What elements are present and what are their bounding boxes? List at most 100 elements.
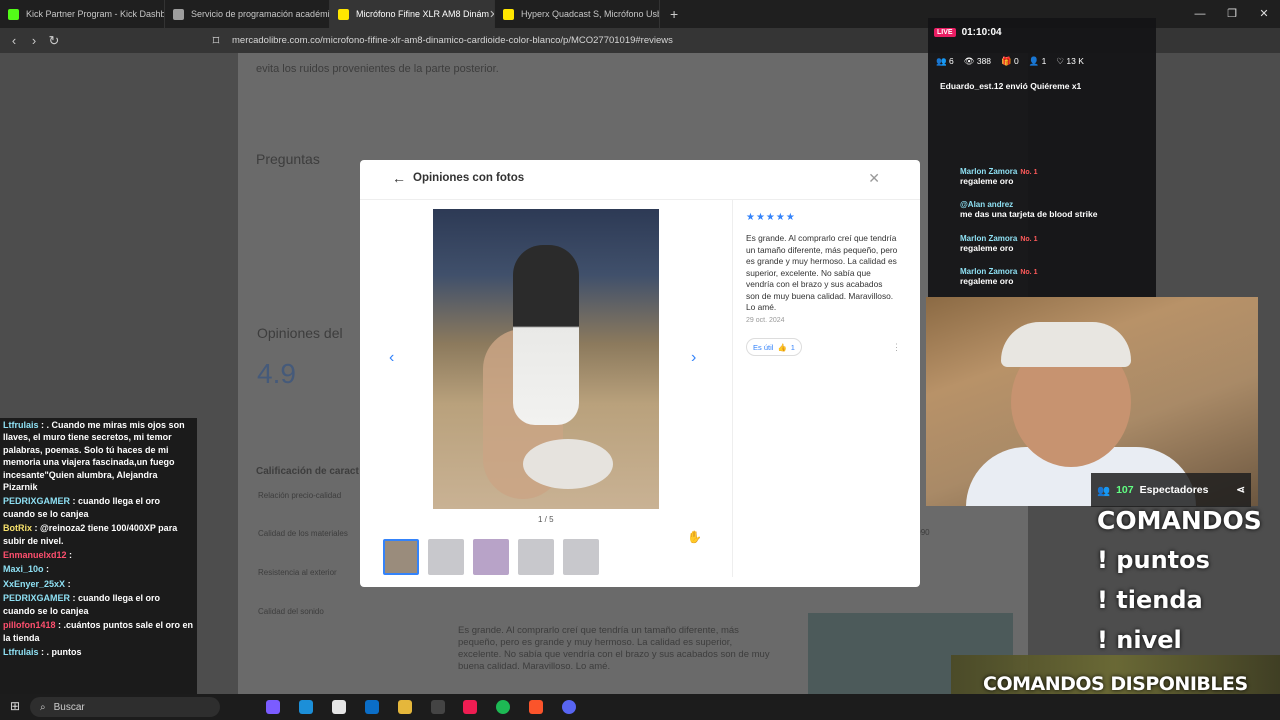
thumbnail[interactable]	[518, 539, 554, 575]
tab-hyperx[interactable]: Hyperx Quadcast S, Micrófono Usb N	[495, 0, 660, 28]
edge-icon[interactable]	[299, 700, 313, 714]
modal-header: ← Opiniones con fotos ✕	[360, 160, 920, 200]
viewers-icon: 👥	[1097, 484, 1111, 497]
thumbnail[interactable]	[383, 539, 419, 575]
chat-text: :	[69, 550, 73, 561]
gift-multiplier: x1	[1071, 81, 1082, 91]
url-text: mercadolibre.com.co/microfono-fifine-xlr…	[232, 35, 673, 46]
viewers-counter: 👥 107 Espectadores ⋖	[1091, 473, 1251, 507]
opiniones-heading: Opiniones del	[257, 325, 343, 341]
chat-text: regaleme oro	[960, 276, 1014, 286]
taskbar-search[interactable]: ⌕ Buscar	[30, 697, 220, 717]
feature-label: Relación precio-calidad	[258, 491, 342, 500]
chat-message: PEDRIXGAMER : cuando llega el oro cuando…	[0, 494, 197, 521]
live-badge: LIVE	[934, 27, 956, 37]
url-field[interactable]: mercadolibre.com.co/microfono-fifine-xlr…	[232, 31, 922, 50]
more-options-icon[interactable]: ⋮	[892, 342, 901, 353]
close-icon[interactable]: ✕	[868, 170, 880, 187]
obs-icon[interactable]	[431, 700, 445, 714]
bookmark-icon[interactable]: ⌑	[206, 33, 226, 49]
chat-username: Marlon Zamora	[960, 167, 1018, 176]
folder-icon[interactable]	[398, 700, 412, 714]
rating-value: 4.9	[257, 358, 296, 389]
mercadolibre-icon	[338, 8, 349, 20]
stat-value: 0	[1013, 56, 1019, 66]
useful-label: Es útil	[753, 342, 774, 352]
left-chat-overlay: Ltfrulais : . Cuando me miras mis ojos s…	[0, 418, 197, 694]
overlay-message: Marlon Zamora No. 1 regaleme oro	[960, 166, 1150, 186]
globe-icon	[173, 8, 184, 20]
outlook-icon[interactable]	[365, 700, 379, 714]
prev-arrow-icon[interactable]: ‹	[389, 349, 394, 367]
hand-cursor-icon: ✋	[687, 530, 702, 544]
tab-title: Micrófono Fifine XLR AM8 Dinám	[356, 9, 490, 19]
divider	[732, 200, 733, 577]
preguntas-heading: Preguntas	[256, 151, 320, 167]
photo-reviews-modal: ← Opiniones con fotos ✕ ‹ › 1 / 5 ✋ ★★★★	[360, 160, 920, 587]
kick-icon	[8, 8, 19, 20]
stat-value: 1	[1041, 56, 1047, 66]
overlay-header: LIVE 01:10:04	[928, 18, 1156, 46]
next-arrow-icon[interactable]: ›	[691, 349, 696, 367]
stat-value: 388	[976, 56, 992, 66]
overlay-message: @Alan andrez me das una tarjeta de blood …	[960, 199, 1150, 219]
tab-microfono[interactable]: Micrófono Fifine XLR AM8 Dinám✕	[330, 0, 495, 28]
mic-stand-shape	[523, 439, 613, 489]
overlay-message: Marlon Zamora No. 1 regaleme oro	[960, 233, 1150, 253]
overlay-message: Marlon Zamora No. 1 regaleme oro	[960, 266, 1150, 286]
reload-icon[interactable]: ↻	[44, 33, 64, 49]
discord-icon[interactable]	[562, 700, 576, 714]
chat-text: regaleme oro	[960, 243, 1014, 253]
chat-text: regaleme oro	[960, 176, 1014, 186]
thumbnail[interactable]	[563, 539, 599, 575]
chat-text: : . Cuando me miras mis ojos son llaves,…	[3, 420, 185, 493]
close-window-icon[interactable]: ✕	[1248, 0, 1280, 28]
chat-text: me das una tarjeta de blood strike	[960, 209, 1098, 219]
stat-value: 6	[948, 56, 954, 66]
tiktok-icon[interactable]	[463, 700, 477, 714]
command-item: ! nivel	[1097, 626, 1182, 654]
chat-message: Ltfrulais : . puntos	[0, 645, 197, 659]
mercadolibre-icon	[503, 8, 514, 20]
thumbnail[interactable]	[428, 539, 464, 575]
thumbs-up-icon: 👍	[777, 342, 787, 352]
copilot-icon[interactable]	[266, 700, 280, 714]
stat-value: 13 K	[1066, 56, 1084, 66]
useful-button[interactable]: Es útil 👍 1	[746, 338, 802, 356]
command-item: ! tienda	[1097, 586, 1203, 614]
store-icon[interactable]	[332, 700, 346, 714]
stream-timer: 01:10:04	[961, 26, 1002, 38]
tab-title: Kick Partner Program - Kick Dashboa	[26, 9, 165, 19]
back-icon[interactable]: ‹	[4, 33, 24, 48]
feature-label: Calidad del sonido	[258, 607, 324, 616]
chat-username: XxEnyer_25xX	[3, 578, 66, 589]
minimize-icon[interactable]: —	[1184, 0, 1216, 28]
review-text: Es grande. Al comprarlo creí que tendría…	[746, 233, 898, 312]
new-tab-button[interactable]: +	[660, 6, 688, 22]
thumbnail[interactable]	[473, 539, 509, 575]
windows-start-icon[interactable]: ⊞	[10, 699, 20, 713]
subs-stat: 👤 1	[1028, 56, 1047, 66]
search-label: Buscar	[53, 701, 85, 713]
chat-message: XxEnyer_25xX :	[0, 577, 197, 591]
back-arrow-icon[interactable]: ←	[392, 170, 406, 186]
chat-username: Enmanuelxd12	[3, 550, 67, 561]
tab-title: Hyperx Quadcast S, Micrófono Usb N	[521, 9, 660, 19]
brave-icon[interactable]	[529, 700, 543, 714]
commands-banner: COMANDOS DISPONIBLES	[983, 673, 1248, 695]
chat-username: Ltfrulais	[3, 646, 39, 657]
microphone-shape	[513, 245, 579, 425]
spotify-icon[interactable]	[496, 700, 510, 714]
chat-message: pillofon1418 : .cuántos puntos sale el o…	[0, 618, 197, 645]
tab-servicio[interactable]: Servicio de programación académica	[165, 0, 330, 28]
chat-username: BotRix	[3, 523, 32, 534]
maximize-icon[interactable]: ❐	[1216, 0, 1248, 28]
tab-kick[interactable]: Kick Partner Program - Kick Dashboa	[0, 0, 165, 28]
chat-username: @Alan andrez	[960, 200, 1014, 209]
bottom-review-text: Es grande. Al comprarlo creí que tendría…	[458, 625, 770, 672]
rank-badge: No. 1	[1020, 169, 1038, 176]
chat-message: BotRix : @reinoza2 tiene 100/400XP para …	[0, 521, 197, 548]
chat-username: Ltfrulais	[3, 420, 39, 430]
forward-icon[interactable]: ›	[24, 33, 44, 48]
feature-label: Calidad de los materiales	[258, 529, 348, 538]
